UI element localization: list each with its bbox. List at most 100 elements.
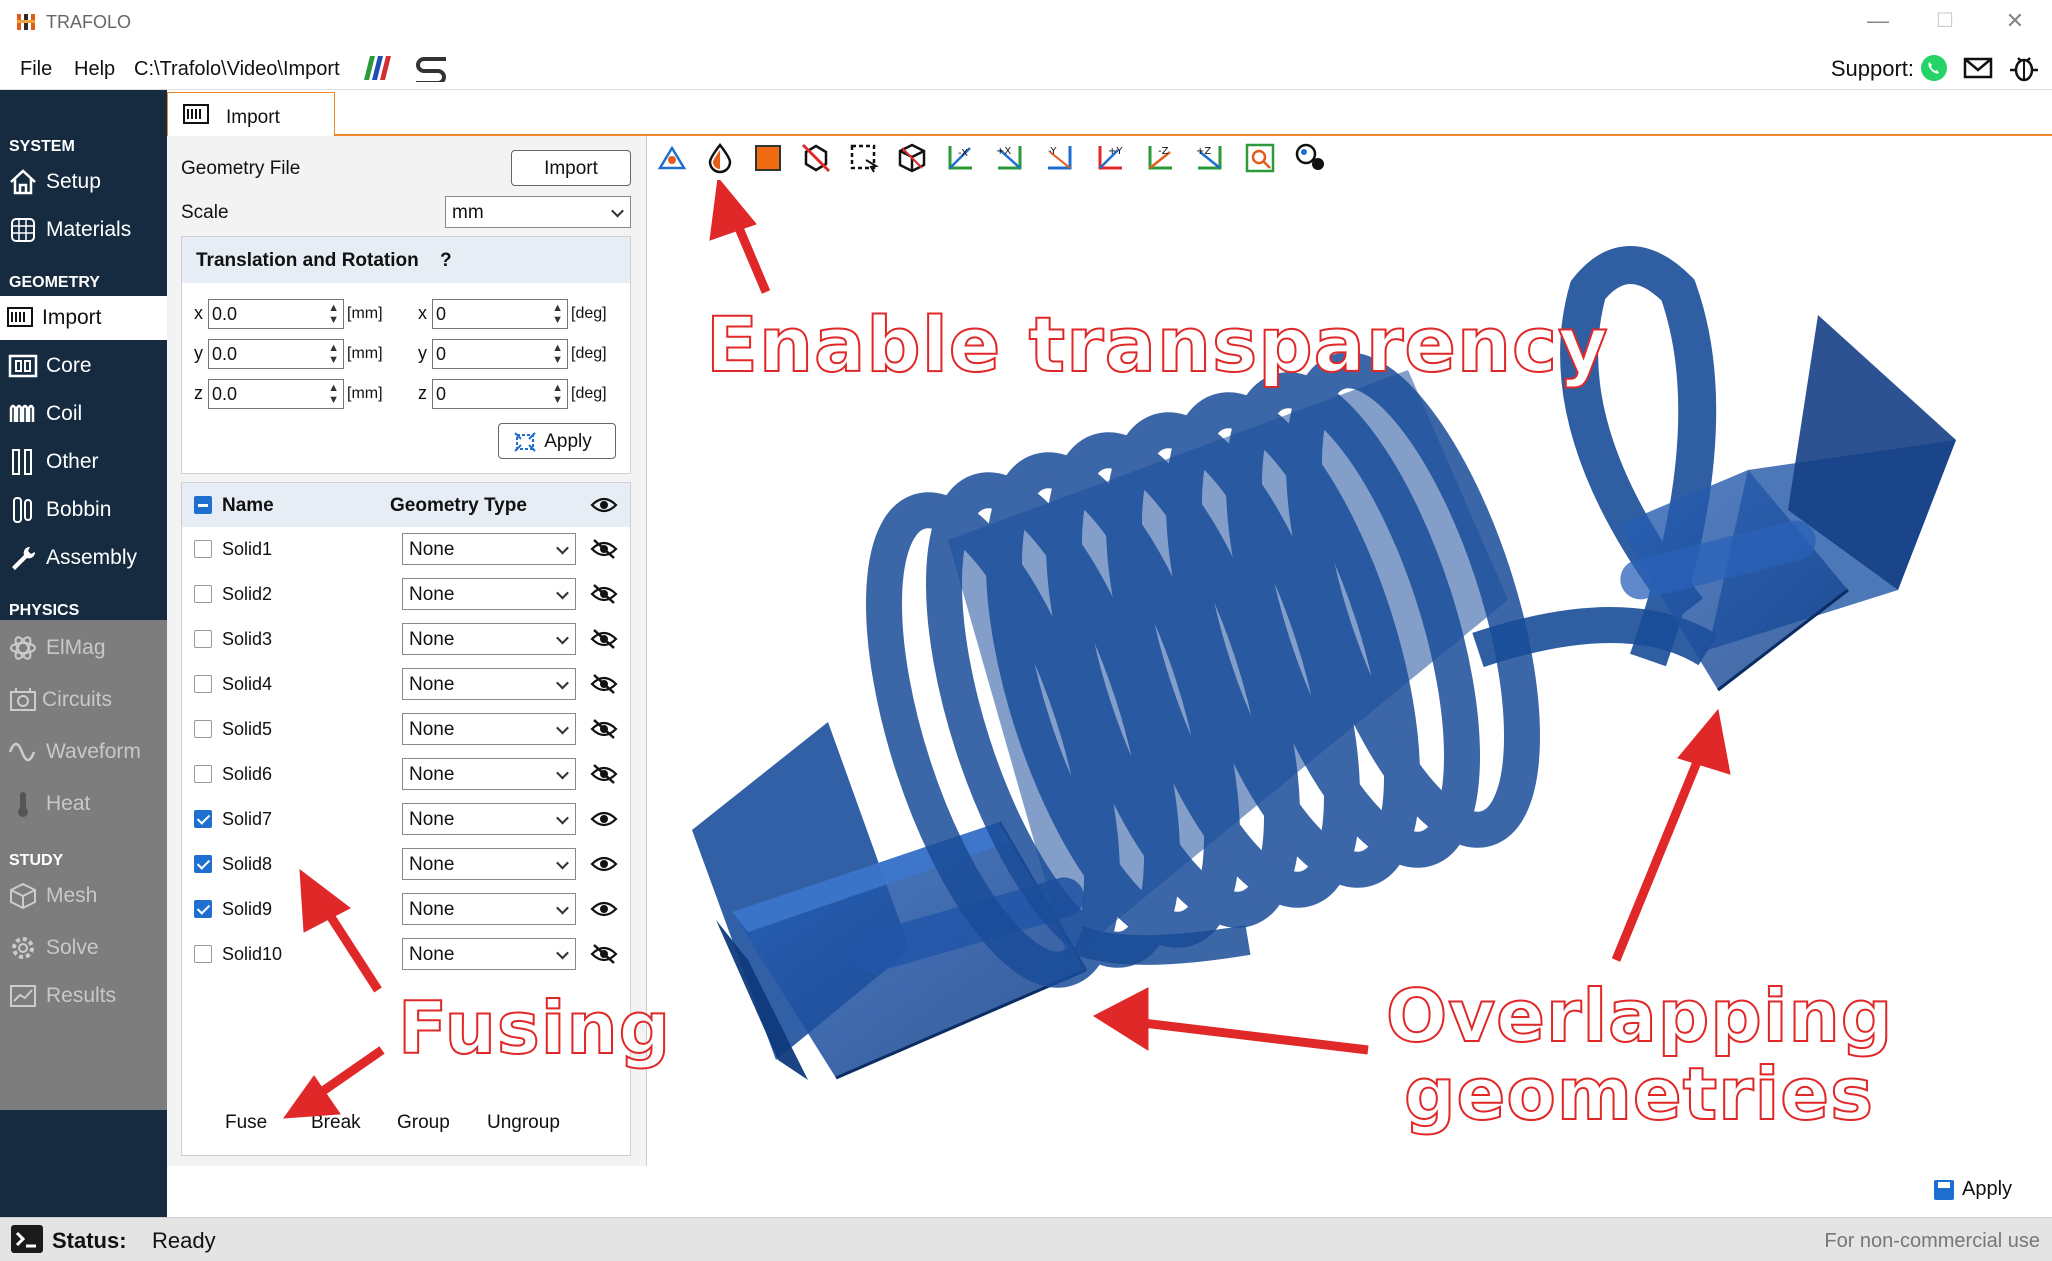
translation-y-input[interactable]: 0.0 ▲ ▼ [208,339,344,369]
hide-edges-icon[interactable] [800,142,832,174]
sidebar-item-setup[interactable]: Setup [0,160,167,204]
sidebar-item-core[interactable]: Core [0,344,167,388]
trafolo-logo-icon [17,14,35,30]
sidebar-item-label: Coil [46,402,83,425]
geometry-type-select[interactable]: None [402,803,576,835]
other-parts-icon [12,449,32,475]
3d-viewport[interactable]: Enable transparency Overlapping geometri… [648,176,2052,1166]
view-plus-y-icon[interactable]: +Y [1094,142,1126,174]
stripes-logo-icon[interactable] [358,54,394,82]
rotation-y-input[interactable]: 0 ▲ ▼ [432,339,568,369]
row-checkbox[interactable] [194,585,212,603]
row-checkbox[interactable] [194,765,212,783]
view-minus-x-icon[interactable]: -X [944,142,976,174]
mail-icon[interactable] [1962,52,1994,84]
view-plus-z-icon[interactable]: +Z [1194,142,1226,174]
sidebar-item-results[interactable]: Results [0,974,167,1018]
sidebar-item-import[interactable]: Import [0,296,167,340]
scale-select[interactable]: mm [445,196,631,228]
terminal-icon[interactable] [10,1224,44,1254]
geometry-type-select[interactable]: None [402,533,576,565]
row-checkbox[interactable] [194,945,212,963]
table-row[interactable]: Solid3 None [182,617,630,662]
tab-import[interactable]: Import [167,92,335,136]
eye-icon[interactable] [590,807,618,831]
close-button[interactable]: ✕ [1995,8,2035,34]
apply-button[interactable]: Apply [1962,1178,2012,1201]
atom-icon [10,636,36,660]
maximize-button[interactable]: ☐ [1925,8,1965,33]
solid-view-icon[interactable] [752,142,784,174]
view-minus-z-icon[interactable]: -Z [1144,142,1176,174]
svg-text:+X: +X [996,146,1011,157]
bug-report-icon[interactable] [2008,52,2040,84]
solid-name: Solid8 [222,854,273,874]
translation-z-input[interactable]: 0.0 ▲ ▼ [208,379,344,409]
section-geometry: GEOMETRY [9,274,100,291]
row-checkbox[interactable] [194,810,212,828]
apply-transform-button[interactable]: Apply [498,423,616,459]
sidebar-item-materials[interactable]: Materials [0,208,167,252]
sidebar-item-other[interactable]: Other [0,440,167,484]
row-checkbox[interactable] [194,675,212,693]
geometry-type-select[interactable]: None [402,758,576,790]
cube-select-icon[interactable] [896,142,928,174]
rotation-z-input[interactable]: 0 ▲ ▼ [432,379,568,409]
row-checkbox[interactable] [194,540,212,558]
eye-slash-icon[interactable] [590,717,618,741]
menu-help[interactable]: Help [74,58,115,81]
sidebar-item-waveform[interactable]: Waveform [0,730,167,774]
row-checkbox[interactable] [194,900,212,918]
sidebar-item-mesh[interactable]: Mesh [0,874,167,918]
import-button[interactable]: Import [511,150,631,186]
select-all-checkbox[interactable] [194,496,212,514]
help-icon[interactable]: ? [440,250,452,272]
solid-name: Solid4 [222,674,273,694]
svg-text:-X: -X [958,148,968,159]
view-minus-y-icon[interactable]: -Y [1044,142,1076,174]
row-checkbox[interactable] [194,720,212,738]
view-plus-x-icon[interactable]: +X [994,142,1026,174]
sidebar-item-solve[interactable]: Solve [0,926,167,970]
table-row[interactable]: Solid1 None [182,527,630,572]
menu-file[interactable]: File [20,58,52,81]
axes-icon[interactable] [656,142,688,174]
lead-wire-left [1072,925,1251,965]
table-row[interactable]: Solid4 None [182,662,630,707]
eye-slash-icon[interactable] [590,537,618,561]
geometry-type-select[interactable]: None [402,578,576,610]
eye-slash-icon[interactable] [590,582,618,606]
sidebar-item-elmag[interactable]: ElMag [0,626,167,670]
fit-view-icon[interactable] [1244,142,1276,174]
table-row[interactable]: Solid5 None [182,707,630,752]
sidebar-item-coil[interactable]: Coil [0,392,167,436]
whatsapp-icon[interactable] [1918,52,1950,84]
geometry-type-select[interactable]: None [402,623,576,655]
sidebar-item-assembly[interactable]: Assembly [0,536,167,580]
coil-icon [9,404,35,422]
sidebar-item-label: Circuits [42,688,113,711]
minimize-button[interactable]: — [1858,8,1898,34]
geometry-type-select[interactable]: None [402,713,576,745]
fuse-button[interactable]: Fuse [225,1112,267,1134]
eye-slash-icon[interactable] [590,627,618,651]
rotation-x-input[interactable]: 0 ▲ ▼ [432,299,568,329]
eye-slash-icon[interactable] [590,762,618,786]
sidebar-item-heat[interactable]: Heat [0,782,167,826]
eye-slash-icon[interactable] [590,672,618,696]
box-select-icon[interactable] [848,142,880,174]
table-row[interactable]: Solid7 None [182,797,630,842]
row-checkbox[interactable] [194,855,212,873]
status-label: Status: [52,1228,127,1253]
s-logo-icon[interactable] [412,54,450,82]
translation-x-input[interactable]: 0.0 ▲ ▼ [208,299,344,329]
transparency-icon[interactable] [704,142,736,174]
geometry-type-select[interactable]: None [402,668,576,700]
eye-icon[interactable] [590,493,618,517]
table-row[interactable]: Solid2 None [182,572,630,617]
sidebar-item-bobbin[interactable]: Bobbin [0,488,167,532]
pick-color-icon[interactable] [1294,142,1326,174]
row-checkbox[interactable] [194,630,212,648]
sidebar-item-circuits[interactable]: Circuits [0,678,167,722]
table-row[interactable]: Solid6 None [182,752,630,797]
